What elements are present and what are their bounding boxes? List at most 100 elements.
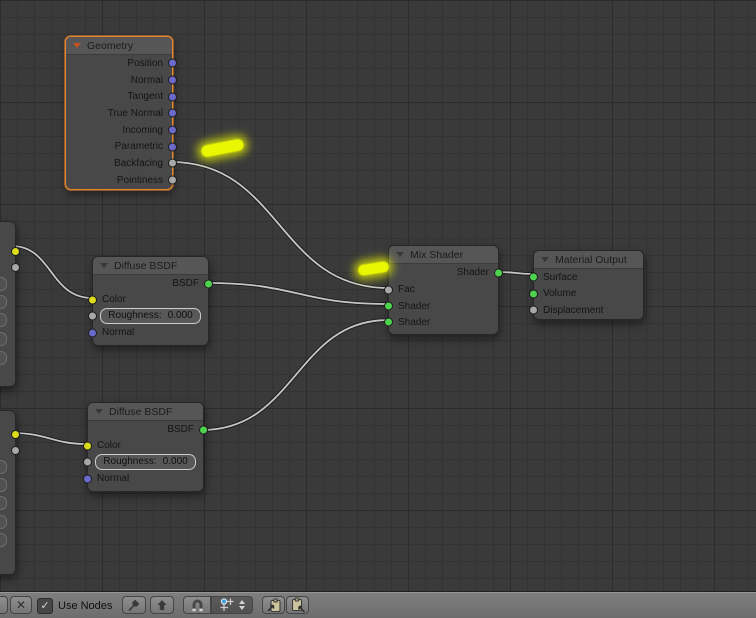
roughness-slider[interactable]: Roughness: 0.000 [100,307,201,324]
wire-bsdf1-to-shader1[interactable] [206,281,389,306]
node-material-output[interactable]: Material Output Surface Volume Displacem… [529,250,644,320]
output-socket[interactable] [199,425,208,434]
output-row: Backfacing [66,155,177,172]
output-row: Tangent [66,88,177,105]
input-row: Displacement [529,302,643,319]
node-header[interactable]: Diffuse BSDF [93,257,208,275]
offscreen-node-2[interactable] [0,410,20,575]
input-socket[interactable] [529,305,538,315]
wire-offscreen1-to-diffuse1-color[interactable] [11,244,93,300]
input-row: Color [83,438,203,453]
output-socket[interactable] [494,268,503,278]
node-title: Diffuse BSDF [109,405,173,418]
input-socket[interactable] [83,441,92,450]
value-slider[interactable] [0,515,7,529]
input-row: Normal [88,324,208,341]
value-slider[interactable] [0,460,7,474]
output-row: Normal [66,72,177,89]
close-icon: ✕ [15,598,27,612]
node-header[interactable]: Diffuse BSDF [88,403,203,421]
node-editor-header-bar: ✕ ✓ Use Nodes [0,592,756,618]
node-header[interactable]: Mix Shader [389,246,498,264]
output-socket[interactable] [168,108,177,118]
paste-from-clipboard-button[interactable] [286,596,309,614]
output-socket[interactable] [11,430,20,439]
input-socket[interactable] [384,317,393,327]
input-socket[interactable] [88,311,97,320]
collapse-arrow-icon[interactable] [100,263,108,268]
value-slider[interactable] [0,277,7,291]
output-socket[interactable] [168,125,177,135]
value-slider[interactable] [0,496,7,510]
collapse-arrow-icon[interactable] [541,257,549,262]
node-socket-icon [220,598,234,611]
output-socket[interactable] [11,247,20,256]
node-title: Geometry [87,39,134,52]
value-slider[interactable] [0,332,7,346]
node-title: Mix Shader [410,248,464,261]
output-row: BSDF [93,275,213,292]
input-socket[interactable] [529,272,538,282]
value-slider[interactable] [0,313,7,327]
unlink-button[interactable]: ✕ [10,596,32,614]
output-socket[interactable] [11,446,20,455]
node-header[interactable]: Geometry [66,37,172,55]
input-socket[interactable] [88,295,97,304]
value-slider[interactable] [0,351,7,365]
input-row: Fac [384,282,498,298]
input-socket[interactable] [529,289,538,299]
input-socket[interactable] [83,457,92,466]
up-arrow-icon [157,600,167,610]
check-icon: ✓ [40,599,50,612]
node-geometry[interactable]: Geometry Position Normal Tangent True No… [65,36,177,190]
input-socket[interactable] [384,301,393,311]
pin-icon [128,599,140,612]
input-socket[interactable] [384,285,393,295]
offscreen-node-1[interactable] [0,221,20,387]
dropdown-arrows-icon [239,600,245,610]
output-socket[interactable] [168,75,177,85]
value-slider[interactable] [0,478,7,492]
value-slider[interactable] [0,533,7,547]
output-row: Shader [389,264,503,282]
input-socket[interactable] [88,328,97,337]
magnet-icon [192,599,202,611]
wire-bsdf2-to-shader2[interactable] [201,318,389,432]
node-title: Diffuse BSDF [114,259,178,272]
output-socket[interactable] [204,279,213,288]
wire-offscreen2-to-diffuse2-color[interactable] [11,431,88,446]
snap-toggle-button[interactable] [183,596,211,614]
clipboard-paste-icon [291,597,305,613]
output-socket[interactable] [11,263,20,272]
use-nodes-checkbox[interactable]: ✓ [37,598,53,614]
collapse-arrow-icon[interactable] [95,409,103,414]
input-row: Surface [529,269,643,286]
input-row: Shader [384,314,498,330]
roughness-slider[interactable]: Roughness: 0.000 [95,453,196,470]
output-socket[interactable] [168,58,177,68]
output-socket[interactable] [168,92,177,102]
collapse-arrow-icon[interactable] [396,252,404,257]
input-row: Color [88,292,208,307]
input-row: Volume [529,286,643,303]
output-socket[interactable] [168,142,177,152]
output-row: Incoming [66,122,177,139]
go-to-parent-button[interactable] [150,596,174,614]
output-row: Parametric [66,138,177,155]
output-socket[interactable] [168,158,177,168]
value-slider[interactable] [0,295,7,309]
output-row: Pointiness [66,172,177,189]
snap-target-dropdown[interactable] [211,596,253,614]
output-row: Position [66,55,177,72]
input-row: Shader [384,298,498,314]
node-mix-shader[interactable]: Mix Shader Shader Fac Shader Shader [384,245,503,335]
datablock-field-fragment[interactable] [0,596,8,614]
node-header[interactable]: Material Output [534,251,643,269]
input-socket[interactable] [83,474,92,483]
pin-button[interactable] [122,596,146,614]
collapse-arrow-icon[interactable] [73,43,81,48]
node-diffuse-bsdf-2[interactable]: Diffuse BSDF BSDF Color Roughness: 0.000… [83,402,208,492]
node-diffuse-bsdf-1[interactable]: Diffuse BSDF BSDF Color Roughness: 0.000… [88,256,213,346]
copy-to-clipboard-button[interactable] [262,596,285,614]
output-socket[interactable] [168,175,177,185]
